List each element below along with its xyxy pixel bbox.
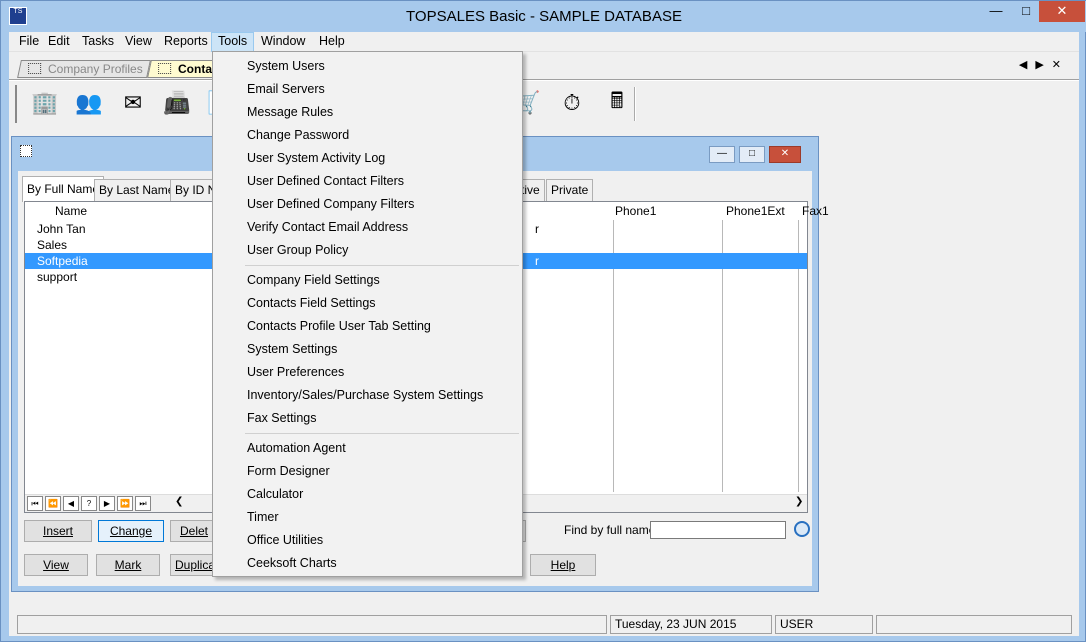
toolbar-separator [634, 87, 636, 121]
tab-contacts[interactable]: Contac [147, 60, 221, 78]
menu-item-calculator[interactable]: Calculator [213, 483, 522, 506]
menu-item-contacts-profile-tab[interactable]: Contacts Profile User Tab Setting [213, 315, 522, 338]
letter-icon[interactable]: ✉ [115, 86, 151, 120]
stopwatch-icon[interactable]: ⏱ [554, 86, 590, 120]
company-tab-icon [28, 63, 42, 74]
mdi-area: — □ ✕ By Full Name By Last Name By ID N … [9, 126, 1079, 613]
client-area: File Edit Tasks View Reports Tools Windo… [9, 32, 1079, 636]
menu-item-ceeksoft-charts[interactable]: Ceeksoft Charts [213, 552, 522, 575]
menu-item-fax-settings[interactable]: Fax Settings [213, 407, 522, 430]
insert-button[interactable]: Insert [24, 520, 92, 542]
search-icon[interactable] [794, 521, 810, 537]
tab-private[interactable]: Private [546, 179, 594, 201]
menu-item-office-utilities[interactable]: Office Utilities [213, 529, 522, 552]
mark-button[interactable]: Mark [96, 554, 160, 576]
child-minimize-button[interactable]: — [709, 146, 735, 163]
menu-file[interactable]: File [13, 32, 45, 52]
child-window-icon[interactable] [20, 145, 32, 157]
status-bar: Tuesday, 23 JUN 2015 USER [9, 613, 1079, 636]
child-close-button[interactable]: ✕ [769, 146, 801, 163]
menu-item-company-field-settings[interactable]: Company Field Settings [213, 269, 522, 292]
scroll-left-arrow[interactable]: ❮ [175, 496, 183, 507]
contacts-tab-icon [158, 63, 172, 74]
tools-menu-dropdown: System Users Email Servers Message Rules… [212, 51, 523, 577]
menu-item-automation-agent[interactable]: Automation Agent [213, 437, 522, 460]
tab-scroll-arrows[interactable]: ◀▶✕ [1019, 58, 1069, 71]
app-window: TS TOPSALES Basic - SAMPLE DATABASE — □ … [0, 0, 1086, 642]
menu-item-group-policy[interactable]: User Group Policy [213, 239, 522, 262]
menu-item-email-servers[interactable]: Email Servers [213, 78, 522, 101]
delete-button[interactable]: Delet [170, 520, 218, 542]
change-button[interactable]: Change [98, 520, 164, 542]
menu-item-inventory-settings[interactable]: Inventory/Sales/Purchase System Settings [213, 384, 522, 407]
col-name[interactable]: Name [55, 202, 87, 220]
calculator-icon[interactable]: 🖩 [599, 86, 635, 120]
next-record-button[interactable]: ▶ [99, 496, 115, 511]
toolbar: 🏢 👥 ✉ 📠 📄 🛒 ⏱ 🖩 [9, 81, 1079, 126]
tab-by-full-name[interactable]: By Full Name [22, 176, 105, 202]
find-label: Find by full name: [564, 523, 659, 537]
menu-item-timer[interactable]: Timer [213, 506, 522, 529]
minimize-button[interactable]: — [981, 1, 1011, 22]
close-button[interactable]: ✕ [1039, 1, 1085, 22]
next-page-button[interactable]: ⏩ [117, 496, 133, 511]
prev-record-button[interactable]: ◀ [63, 496, 79, 511]
window-title: TOPSALES Basic - SAMPLE DATABASE [406, 8, 682, 25]
col-phone1[interactable]: Phone1 [615, 202, 656, 220]
status-panel-extra [876, 615, 1072, 634]
company-icon[interactable]: 🏢 [27, 86, 63, 120]
col-phone1ext[interactable]: Phone1Ext [726, 202, 785, 220]
first-record-button[interactable]: ⏮ [27, 496, 43, 511]
menu-window[interactable]: Window [255, 32, 311, 52]
menu-separator [245, 265, 519, 266]
col-fax1[interactable]: Fax1 [802, 202, 829, 220]
menu-item-company-filters[interactable]: User Defined Company Filters [213, 193, 522, 216]
menu-edit[interactable]: Edit [42, 32, 76, 52]
contacts-icon[interactable]: 👥 [71, 86, 107, 120]
status-date: Tuesday, 23 JUN 2015 [610, 615, 772, 634]
fax-icon[interactable]: 📠 [159, 86, 195, 120]
status-panel-main [17, 615, 607, 634]
menu-bar: File Edit Tasks View Reports Tools Windo… [9, 32, 1079, 52]
profile-tab-strip: Company Profiles Contac ◀▶✕ [9, 52, 1079, 80]
menu-item-user-preferences[interactable]: User Preferences [213, 361, 522, 384]
menu-item-form-designer[interactable]: Form Designer [213, 460, 522, 483]
menu-view[interactable]: View [119, 32, 158, 52]
menu-item-contact-filters[interactable]: User Defined Contact Filters [213, 170, 522, 193]
tab-company-profiles[interactable]: Company Profiles [17, 60, 151, 78]
view-button[interactable]: View [24, 554, 88, 576]
menu-item-system-users[interactable]: System Users [213, 55, 522, 78]
menu-item-activity-log[interactable]: User System Activity Log [213, 147, 522, 170]
find-input[interactable] [650, 521, 786, 539]
menu-item-contacts-field-settings[interactable]: Contacts Field Settings [213, 292, 522, 315]
toolbar-grip[interactable] [15, 85, 18, 123]
menu-item-message-rules[interactable]: Message Rules [213, 101, 522, 124]
menu-separator [245, 433, 519, 434]
tab-by-last-name[interactable]: By Last Name [94, 179, 180, 201]
last-record-button[interactable]: ⏭ [135, 496, 151, 511]
menu-tools[interactable]: Tools [211, 32, 255, 52]
child-maximize-button[interactable]: □ [739, 146, 765, 163]
maximize-button[interactable]: □ [1011, 1, 1041, 22]
menu-help[interactable]: Help [313, 32, 351, 52]
menu-tasks[interactable]: Tasks [76, 32, 120, 52]
scroll-right-arrow[interactable]: ❯ [795, 496, 803, 507]
menu-item-change-password[interactable]: Change Password [213, 124, 522, 147]
menu-item-system-settings[interactable]: System Settings [213, 338, 522, 361]
help-button[interactable]: Help [530, 554, 596, 576]
title-bar: TS TOPSALES Basic - SAMPLE DATABASE — □ … [1, 1, 1086, 32]
help-record-button[interactable]: ? [81, 496, 97, 511]
menu-reports[interactable]: Reports [158, 32, 214, 52]
prev-page-button[interactable]: ⏪ [45, 496, 61, 511]
menu-item-verify-email[interactable]: Verify Contact Email Address [213, 216, 522, 239]
status-user: USER [775, 615, 873, 634]
